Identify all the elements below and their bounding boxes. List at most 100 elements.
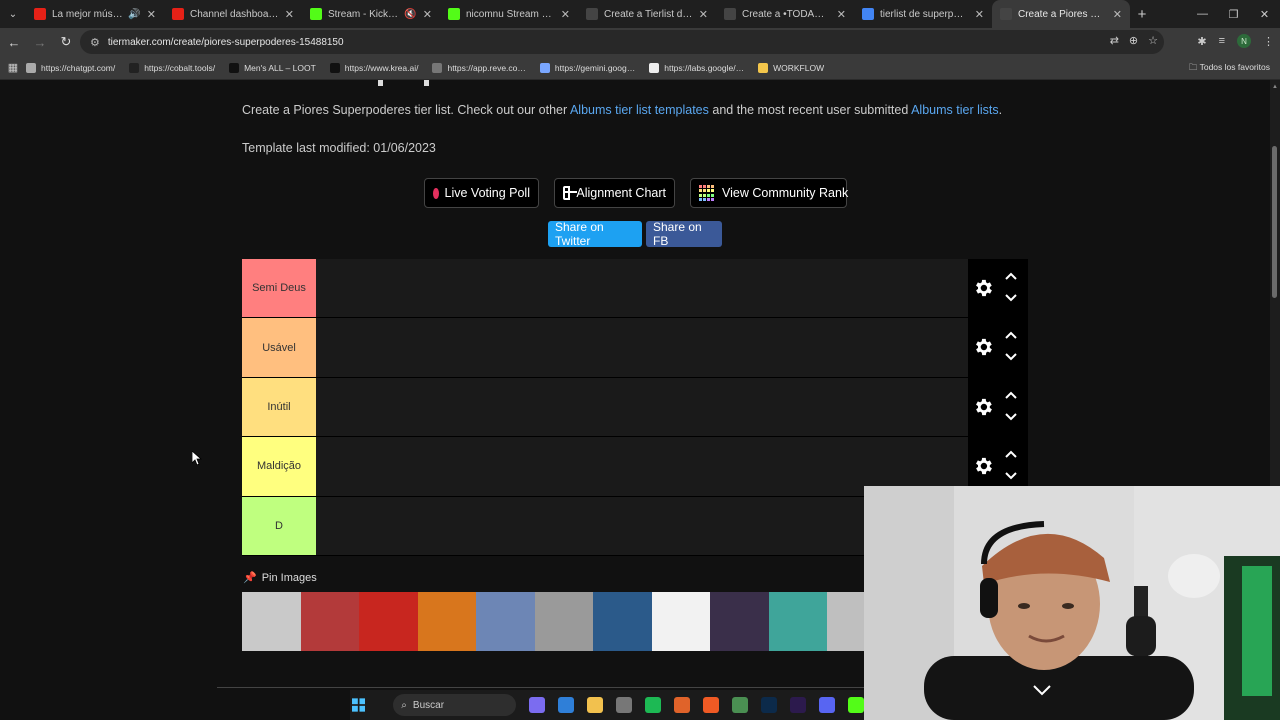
chrome-active-icon[interactable] bbox=[732, 697, 748, 713]
albums-tierlists-link[interactable]: Albums tier lists bbox=[911, 103, 999, 117]
discord-icon[interactable] bbox=[819, 697, 835, 713]
draggable-image[interactable] bbox=[242, 592, 301, 651]
tier-drop-zone[interactable] bbox=[316, 259, 968, 318]
brave-icon[interactable] bbox=[703, 697, 719, 713]
move-down-icon[interactable] bbox=[1004, 412, 1018, 422]
close-tab-icon[interactable]: ✕ bbox=[1113, 8, 1122, 21]
bookmark-item[interactable]: https://labs.google/… bbox=[649, 62, 744, 73]
extensions-icon[interactable]: ✱ bbox=[1197, 35, 1206, 48]
close-tab-icon[interactable]: ✕ bbox=[147, 8, 156, 21]
minimize-icon[interactable]: — bbox=[1187, 0, 1218, 28]
zoom-icon[interactable]: ⊕ bbox=[1129, 34, 1138, 47]
share-fb-button[interactable]: Share on FB bbox=[646, 220, 722, 248]
translate-icon[interactable]: ⇄ bbox=[1110, 34, 1119, 47]
firefox-icon[interactable] bbox=[674, 697, 690, 713]
premiere-icon[interactable] bbox=[790, 697, 806, 713]
restore-icon[interactable]: ❐ bbox=[1218, 0, 1249, 28]
apps-grid-icon[interactable]: ▦ bbox=[0, 61, 26, 74]
draggable-image[interactable] bbox=[476, 592, 535, 651]
address-bar[interactable]: ⚙ tiermaker.com/create/piores-superpoder… bbox=[80, 30, 1164, 54]
windows-start-icon[interactable] bbox=[352, 697, 366, 713]
tier-label[interactable]: Inútil bbox=[242, 377, 316, 437]
scroll-up-icon[interactable]: ▲ bbox=[1272, 84, 1278, 90]
move-down-icon[interactable] bbox=[1004, 352, 1018, 362]
browser-tab[interactable]: Create a Piores Superpod… ✕ bbox=[992, 0, 1130, 28]
draggable-image[interactable] bbox=[359, 592, 418, 651]
tier-drop-zone[interactable] bbox=[316, 377, 968, 437]
kick-app-icon[interactable] bbox=[848, 697, 864, 713]
browser-tab[interactable]: Create a •TODAS LAS CA… ✕ bbox=[716, 0, 854, 28]
move-down-icon[interactable] bbox=[1004, 471, 1018, 481]
close-tab-icon[interactable]: ✕ bbox=[975, 8, 984, 21]
spotify-icon[interactable] bbox=[645, 697, 661, 713]
move-up-icon[interactable] bbox=[1004, 271, 1018, 281]
browser-menu-icon[interactable]: ⋮ bbox=[1263, 35, 1274, 48]
bookmark-item[interactable]: Men's ALL – LOOT bbox=[229, 62, 316, 73]
mail-icon[interactable] bbox=[558, 697, 574, 713]
move-up-icon[interactable] bbox=[1004, 330, 1018, 340]
back-icon[interactable]: ← bbox=[2, 35, 26, 50]
close-window-icon[interactable]: ✕ bbox=[1249, 0, 1280, 28]
forward-icon[interactable]: → bbox=[28, 35, 52, 50]
new-tab-button[interactable]: + bbox=[1130, 6, 1154, 23]
move-up-icon[interactable] bbox=[1004, 449, 1018, 459]
browser-tab[interactable]: tierlist de superpoderes… ✕ bbox=[854, 0, 992, 28]
all-bookmarks-button[interactable]: 🗀 Todos los favoritos bbox=[1189, 62, 1270, 76]
bookmark-item[interactable]: WORKFLOW bbox=[758, 62, 824, 73]
site-settings-icon[interactable]: ⚙ bbox=[90, 36, 100, 49]
close-tab-icon[interactable]: ✕ bbox=[699, 8, 708, 21]
bookmark-star-icon[interactable]: ☆ bbox=[1148, 34, 1158, 47]
taskbar-search[interactable]: ⌕ Buscar bbox=[393, 694, 516, 716]
bookmark-item[interactable]: https://cobalt.tools/ bbox=[129, 62, 215, 73]
tier-label-text: Maldição bbox=[256, 460, 302, 473]
bookmark-item[interactable]: https://gemini.goog… bbox=[539, 62, 635, 73]
browser-tab[interactable]: nicomnu Stream - Wa… ✕ bbox=[440, 0, 578, 28]
draggable-image[interactable] bbox=[651, 592, 710, 651]
tab-search-chevron-icon[interactable]: ⌄ bbox=[0, 0, 26, 28]
tier-label[interactable]: D bbox=[242, 496, 316, 555]
close-tab-icon[interactable]: ✕ bbox=[561, 8, 570, 21]
live-voting-poll-button[interactable]: Live Voting Poll bbox=[424, 178, 539, 208]
gear-icon[interactable] bbox=[972, 336, 994, 358]
browser-tab[interactable]: La mejor música de el…🔊 ✕ bbox=[26, 0, 164, 28]
draggable-image[interactable] bbox=[534, 592, 593, 651]
browser-tab[interactable]: Create a Tierlist de vicios… ✕ bbox=[578, 0, 716, 28]
pin-images-toggle[interactable]: 📌 Pin Images bbox=[243, 571, 317, 585]
reload-icon[interactable]: ↻ bbox=[54, 34, 78, 50]
copilot-icon[interactable] bbox=[529, 697, 545, 713]
alignment-chart-button[interactable]: Alignment Chart bbox=[554, 178, 675, 208]
explorer-icon[interactable] bbox=[587, 697, 603, 713]
bookmark-item[interactable]: https://app.reve.co… bbox=[432, 62, 526, 73]
browser-tab[interactable]: Channel dashboard - You… ✕ bbox=[164, 0, 302, 28]
tier-label[interactable]: Usável bbox=[242, 318, 316, 377]
scrollbar-thumb[interactable] bbox=[1272, 146, 1277, 298]
close-tab-icon[interactable]: ✕ bbox=[837, 8, 846, 21]
tab-audio-icon[interactable]: 🔇 bbox=[404, 9, 416, 20]
move-up-icon[interactable] bbox=[1004, 390, 1018, 400]
albums-templates-link[interactable]: Albums tier list templates bbox=[570, 103, 709, 117]
draggable-image[interactable] bbox=[593, 592, 652, 651]
bookmark-item[interactable]: https://www.krea.ai/ bbox=[329, 62, 418, 73]
media-controls-icon[interactable]: ≡ bbox=[1219, 35, 1225, 47]
draggable-image[interactable] bbox=[417, 592, 476, 651]
tier-label[interactable]: Semi Deus bbox=[242, 259, 316, 318]
tab-audio-icon[interactable]: 🔊 bbox=[128, 9, 140, 20]
tier-label[interactable]: Maldição bbox=[242, 437, 316, 496]
chrome-icon[interactable] bbox=[616, 697, 632, 713]
gear-icon[interactable] bbox=[972, 455, 994, 477]
close-tab-icon[interactable]: ✕ bbox=[423, 8, 432, 21]
bookmark-item[interactable]: https://chatgpt.com/ bbox=[26, 62, 115, 73]
browser-tab[interactable]: Stream - Kick Dashbo… 🔇 ✕ bbox=[302, 0, 440, 28]
draggable-image[interactable] bbox=[710, 592, 769, 651]
move-down-icon[interactable] bbox=[1004, 293, 1018, 303]
community-rank-button[interactable]: View Community Rank bbox=[690, 178, 848, 208]
close-tab-icon[interactable]: ✕ bbox=[285, 8, 294, 21]
draggable-image[interactable] bbox=[768, 592, 827, 651]
photoshop-icon[interactable] bbox=[761, 697, 777, 713]
share-twitter-button[interactable]: Share on Twitter bbox=[548, 220, 642, 248]
draggable-image[interactable] bbox=[300, 592, 359, 651]
tier-drop-zone[interactable] bbox=[316, 318, 968, 377]
gear-icon[interactable] bbox=[972, 277, 994, 299]
profile-avatar[interactable]: N bbox=[1237, 34, 1251, 48]
gear-icon[interactable] bbox=[972, 396, 994, 418]
